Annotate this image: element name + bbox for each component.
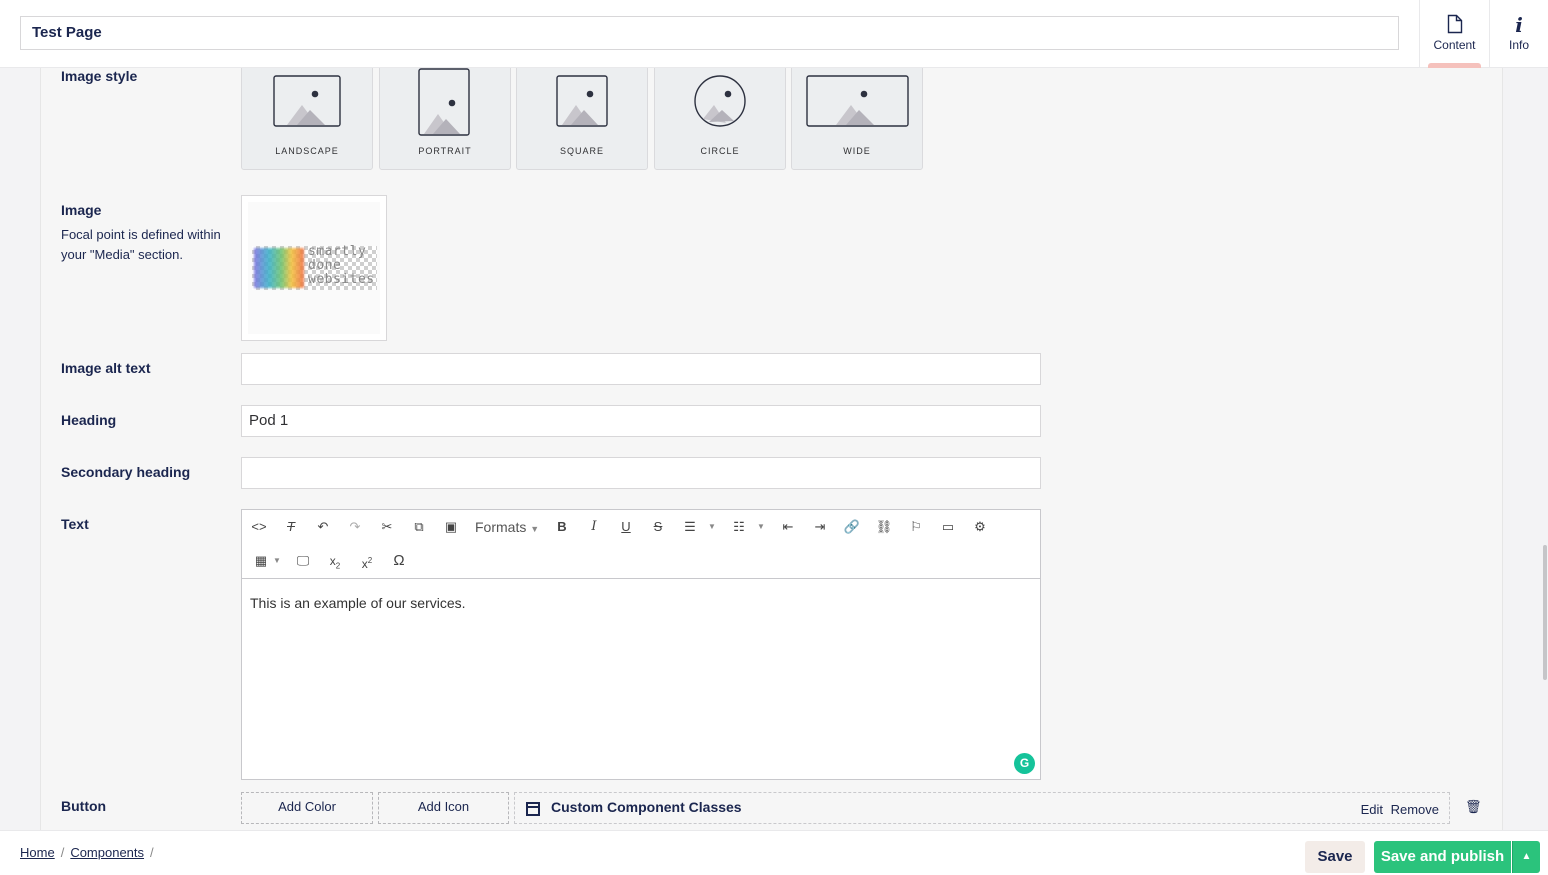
cut-icon[interactable]: ✂ (376, 516, 398, 538)
image-thumbnail[interactable]: smartly done websites (248, 202, 380, 334)
image-label: Image (61, 202, 102, 218)
style-option-portrait[interactable]: PORTRAIT (379, 68, 511, 170)
document-icon (1445, 14, 1465, 36)
scrollbar[interactable] (1543, 545, 1547, 680)
image-alt-text-input[interactable] (241, 353, 1041, 385)
paste-icon[interactable]: ▣ (440, 516, 462, 538)
text-label: Text (61, 516, 89, 532)
superscript-icon[interactable]: x2 (356, 550, 378, 572)
numbered-list-icon[interactable]: ☷ (728, 516, 750, 538)
breadcrumb-components[interactable]: Components (70, 845, 144, 860)
redo-icon[interactable]: ↷ (344, 516, 366, 538)
source-code-icon[interactable]: <> (248, 516, 270, 538)
style-option-label: WIDE (843, 146, 871, 156)
button-label: Button (61, 798, 107, 814)
image-insert-icon[interactable]: ▭ (937, 516, 959, 538)
copy-icon[interactable]: ⧉ (408, 516, 430, 538)
bullet-list-dropdown-icon[interactable]: ▼ (701, 516, 723, 538)
component-icon (526, 802, 540, 816)
style-option-label: PORTRAIT (418, 146, 472, 156)
add-icon-button[interactable]: Add Icon (378, 792, 509, 824)
undo-icon[interactable]: ↶ (312, 516, 334, 538)
editor-header: Test Page Content i Info (0, 0, 1548, 68)
editor-footer: Home / Components / Save Save and publish ▲ (0, 830, 1548, 875)
strikethrough-icon[interactable]: S (647, 516, 669, 538)
publish-options-caret-icon[interactable]: ▲ (1512, 841, 1540, 873)
image-style-label: Image style (61, 68, 138, 84)
secondary-heading-input[interactable] (241, 457, 1041, 489)
macro-icon[interactable]: ⚙ (969, 516, 991, 538)
outdent-icon[interactable]: ⇤ (777, 516, 799, 538)
circle-icon (694, 75, 746, 127)
underline-icon[interactable]: U (615, 516, 637, 538)
landscape-icon (273, 75, 341, 127)
add-color-button[interactable]: Add Color (241, 792, 373, 824)
editor-toolbar: <> T ↶ ↷ ✂ ⧉ ▣ Formats ▼ B I U S ☰ ▼ ☷ ▼… (242, 510, 1040, 579)
special-character-icon[interactable]: Ω (388, 550, 410, 572)
style-option-label: SQUARE (559, 146, 604, 156)
image-picker[interactable]: smartly done websites (241, 195, 387, 341)
subscript-icon[interactable]: x2 (324, 550, 346, 572)
style-option-circle[interactable]: CIRCLE (654, 68, 786, 170)
secondary-heading-label: Secondary heading (61, 464, 191, 480)
info-icon: i (1515, 13, 1523, 37)
logo-image: smartly done websites (252, 244, 377, 290)
numbered-list-dropdown-icon[interactable]: ▼ (750, 516, 772, 538)
wide-icon (806, 75, 909, 127)
style-option-wide[interactable]: WIDE (791, 68, 923, 170)
remove-link[interactable]: Remove (1391, 802, 1439, 817)
breadcrumb-home[interactable]: Home (20, 845, 55, 860)
custom-component-item: Custom Component Classes Edit Remove (514, 792, 1450, 824)
tab-info-label: Info (1508, 38, 1529, 52)
square-icon (556, 75, 608, 127)
style-option-label: LANDSCAPE (275, 146, 339, 156)
table-dropdown-icon[interactable]: ▼ (266, 550, 288, 572)
bullet-list-icon[interactable]: ☰ (679, 516, 701, 538)
unlink-icon[interactable]: ⛓ (873, 516, 895, 538)
editor-content[interactable]: This is an example of our services. (242, 579, 1040, 627)
image-alt-text-label: Image alt text (61, 360, 151, 376)
link-icon[interactable]: 🔗 (841, 516, 863, 538)
tab-content[interactable]: Content (1419, 0, 1489, 67)
breadcrumb-separator: / (150, 845, 154, 860)
logo-text: smartly done websites (308, 244, 375, 287)
save-button[interactable]: Save (1305, 841, 1365, 873)
style-option-landscape[interactable]: LANDSCAPE (241, 68, 373, 170)
style-option-square[interactable]: SQUARE (516, 68, 648, 170)
custom-component-title: Custom Component Classes (551, 799, 742, 815)
heading-label: Heading (61, 412, 117, 428)
breadcrumb-separator: / (60, 845, 65, 860)
italic-icon[interactable]: I (583, 516, 605, 538)
breadcrumb: Home / Components / (20, 845, 160, 860)
tab-content-label: Content (1433, 38, 1476, 52)
edit-link[interactable]: Edit (1361, 802, 1383, 817)
page-title-input[interactable]: Test Page (20, 16, 1399, 50)
indent-icon[interactable]: ⇥ (809, 516, 831, 538)
clear-formatting-icon[interactable]: T (280, 516, 302, 538)
grammarly-icon[interactable]: G (1014, 753, 1035, 774)
anchor-icon[interactable]: ⚐ (905, 516, 927, 538)
style-option-label: CIRCLE (700, 146, 740, 156)
rich-text-editor: <> T ↶ ↷ ✂ ⧉ ▣ Formats ▼ B I U S ☰ ▼ ☷ ▼… (241, 509, 1041, 780)
heading-input[interactable]: Pod 1 (241, 405, 1041, 437)
tab-info[interactable]: i Info (1489, 0, 1548, 67)
formats-dropdown[interactable]: Formats ▼ (475, 519, 539, 535)
portrait-icon (418, 68, 470, 136)
trash-icon[interactable]: 🗑 (1465, 799, 1482, 815)
logo-mark (254, 248, 304, 288)
save-and-publish-button[interactable]: Save and publish (1374, 841, 1511, 873)
embed-icon[interactable]: 🖵 (292, 550, 314, 572)
bold-icon[interactable]: B (551, 516, 573, 538)
content-panel: Image style LANDSCAPE PORTRAIT SQUARE CI… (40, 68, 1503, 830)
image-description: Focal point is defined within your "Medi… (61, 227, 221, 262)
